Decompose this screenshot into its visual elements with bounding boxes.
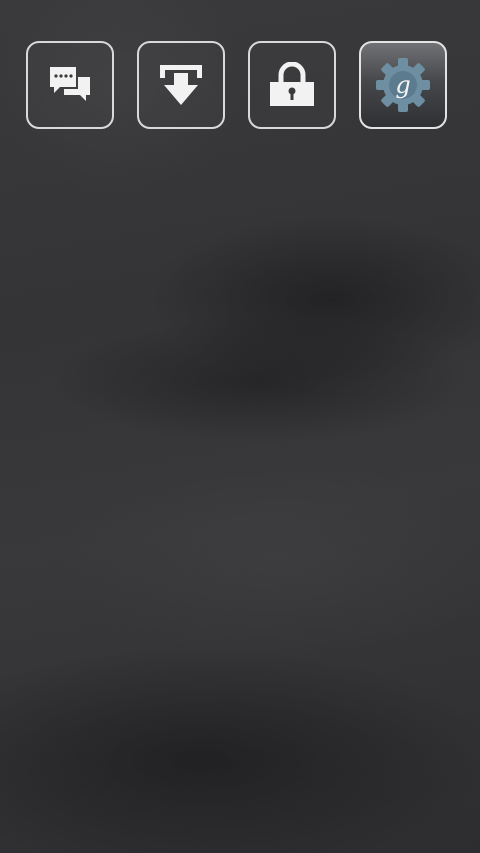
download-arrow-icon xyxy=(160,65,202,105)
home-screen: g xyxy=(0,0,480,853)
lock-shortcut-button[interactable] xyxy=(248,41,336,129)
gear-g-icon: g xyxy=(376,58,430,112)
gear-letter: g xyxy=(395,71,410,99)
shortcut-row: g xyxy=(26,41,447,129)
padlock-icon xyxy=(270,62,314,106)
chat-bubbles-icon xyxy=(50,67,90,101)
messaging-shortcut-button[interactable] xyxy=(26,41,114,129)
download-shortcut-button[interactable] xyxy=(137,41,225,129)
google-settings-shortcut-button[interactable]: g xyxy=(359,41,447,129)
